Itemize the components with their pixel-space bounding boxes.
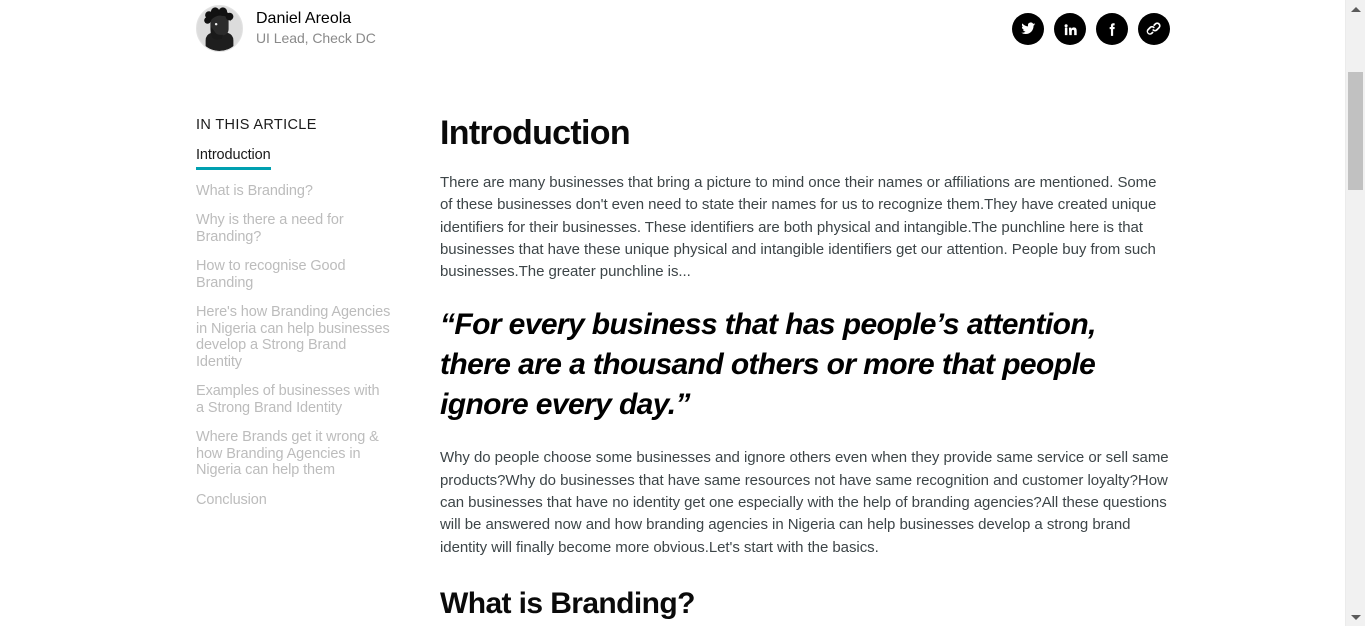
author-name: Daniel Areola xyxy=(256,10,352,27)
paragraph-2: Why do people choose some businesses and… xyxy=(440,449,1169,556)
toc-item-recognise-good-branding[interactable]: How to recognise Good Branding xyxy=(196,258,391,291)
pull-quote: “For every business that has people’s at… xyxy=(440,308,1096,422)
toc-item-what-is-branding[interactable]: What is Branding? xyxy=(196,183,313,200)
author-header: Daniel Areola UI Lead, Check DC xyxy=(0,0,1345,60)
article-viewport: Daniel Areola UI Lead, Check DC IN THIS … xyxy=(0,0,1345,626)
toc-item-branding-agencies-nigeria[interactable]: Here's how Branding Agencies in Nigeria … xyxy=(196,304,391,370)
author-block: Daniel Areola UI Lead, Check DC xyxy=(196,5,376,52)
toc-item-examples-strong-identity[interactable]: Examples of businesses with a Strong Bra… xyxy=(196,383,391,416)
author-text: Daniel Areola UI Lead, Check DC xyxy=(256,10,376,47)
author-role: UI Lead, Check DC xyxy=(256,30,376,46)
page-title: Introduction xyxy=(440,114,631,152)
table-of-contents: IN THIS ARTICLE Introduction What is Bra… xyxy=(196,117,396,521)
triangle-down-icon[interactable] xyxy=(1346,608,1365,626)
vertical-scrollbar[interactable] xyxy=(1345,0,1365,626)
page-root: Daniel Areola UI Lead, Check DC IN THIS … xyxy=(0,0,1365,626)
twitter-icon[interactable] xyxy=(1012,13,1044,45)
scrollbar-thumb[interactable] xyxy=(1348,72,1363,190)
toc-list: Introduction What is Branding? Why is th… xyxy=(196,147,396,508)
linkedin-icon[interactable] xyxy=(1054,13,1086,45)
social-links xyxy=(1012,13,1170,45)
avatar xyxy=(196,5,243,52)
facebook-icon[interactable] xyxy=(1096,13,1128,45)
link-icon[interactable] xyxy=(1138,13,1170,45)
toc-item-conclusion[interactable]: Conclusion xyxy=(196,492,267,509)
paragraph-1: There are many businesses that bring a p… xyxy=(440,174,1157,281)
toc-title: IN THIS ARTICLE xyxy=(196,117,317,133)
toc-item-brands-get-it-wrong[interactable]: Where Brands get it wrong & how Branding… xyxy=(196,429,391,479)
article-body: Introduction There are many businesses t… xyxy=(440,112,1170,626)
section-heading-what-is-branding: What is Branding? xyxy=(440,586,695,620)
toc-item-why-need-branding[interactable]: Why is there a need for Branding? xyxy=(196,212,391,245)
toc-item-introduction[interactable]: Introduction xyxy=(196,147,271,170)
triangle-up-icon[interactable] xyxy=(1346,0,1365,18)
